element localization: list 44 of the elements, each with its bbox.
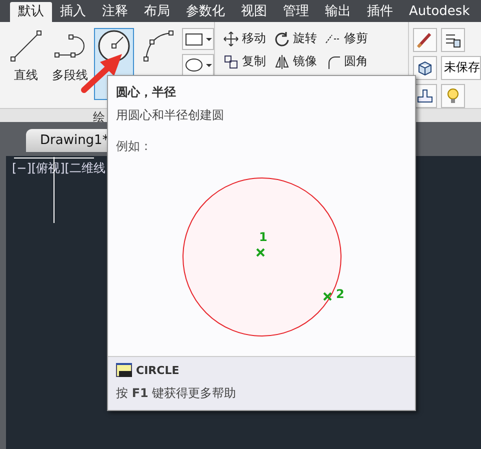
- ribbon-tab[interactable]: 布局: [136, 2, 178, 22]
- modify-tool-button[interactable]: 圆角: [325, 53, 368, 70]
- draw-tool-button[interactable]: 直线: [6, 28, 46, 100]
- ribbon-tab[interactable]: Autodesk: [401, 2, 478, 22]
- copy-icon: [223, 54, 239, 70]
- ribbon-tab[interactable]: 参数化: [178, 2, 233, 22]
- modify-tool-button[interactable]: 修剪: [325, 30, 368, 47]
- mirror-icon: [274, 54, 290, 70]
- cube-tool-button[interactable]: [413, 56, 437, 80]
- point-number: 1: [258, 230, 267, 244]
- block-icon: [416, 87, 434, 105]
- ribbon-tab[interactable]: 管理: [275, 2, 317, 22]
- tooltip-description: 用圆心和半径创建圆: [115, 107, 225, 124]
- move-icon: [223, 30, 239, 46]
- modify-tool-button[interactable]: 移动: [223, 30, 266, 47]
- point-number: 2: [336, 287, 344, 301]
- ribbon-tab[interactable]: 默认: [10, 2, 52, 22]
- hatch-tool-button[interactable]: [182, 54, 214, 76]
- rotate-icon: [274, 30, 290, 46]
- modify-tool-button[interactable]: 镜像: [274, 53, 317, 70]
- arc-icon: [141, 29, 175, 63]
- draw-tool-button[interactable]: 多段线: [50, 28, 90, 100]
- command-icon: [116, 363, 132, 377]
- layer-dropdown[interactable]: 未保存: [441, 56, 481, 80]
- rectangle-tool-button[interactable]: [182, 28, 214, 50]
- ribbon-tab[interactable]: 插入: [52, 2, 94, 22]
- layer-properties-button[interactable]: [441, 28, 465, 52]
- command-name: CIRCLE: [136, 364, 180, 376]
- brush-tool-button[interactable]: [413, 28, 437, 52]
- ribbon-tab[interactable]: 插件: [359, 2, 401, 22]
- modify-tool-button[interactable]: 复制: [223, 53, 266, 70]
- tooltip-title: 圆心，半径: [115, 84, 177, 101]
- brush-icon: [416, 31, 434, 49]
- center-mark-icon: [256, 248, 264, 257]
- ribbon-tab[interactable]: 视图: [233, 2, 275, 22]
- line-icon: [9, 29, 43, 63]
- panel-title: 绘: [93, 109, 105, 126]
- ribbon-tab[interactable]: 输出: [317, 2, 359, 22]
- modify-tool-button[interactable]: 旋转: [274, 30, 317, 47]
- ribbon-tab[interactable]: 注释: [94, 2, 136, 22]
- radius-mark-icon: [322, 292, 332, 301]
- hatch-icon: [183, 56, 213, 74]
- help-hint: 按 F1 键获得更多帮助: [116, 385, 238, 402]
- cube-icon: [416, 59, 434, 77]
